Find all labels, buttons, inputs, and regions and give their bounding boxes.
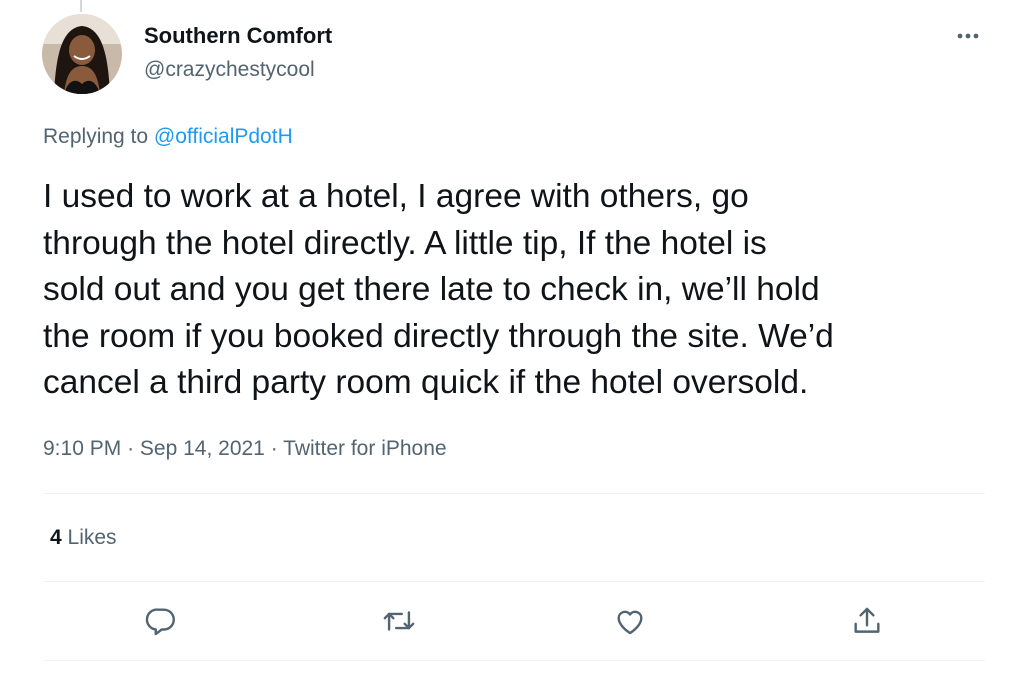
avatar[interactable] — [42, 14, 122, 94]
share-button[interactable] — [846, 600, 888, 642]
likes-count: 4 — [50, 526, 62, 549]
reply-mention-link[interactable]: @officialPdotH — [154, 125, 293, 148]
like-icon — [617, 610, 643, 635]
author-handle[interactable]: @crazychestycool — [144, 56, 332, 84]
tweet-text: I used to work at a hotel, I agree with … — [43, 178, 834, 401]
replying-to: Replying to @officialPdotH — [43, 122, 293, 152]
thread-connector-line — [80, 0, 82, 12]
retweet-icon — [383, 611, 415, 631]
tweet-time[interactable]: 9:10 PM — [43, 437, 121, 460]
like-button[interactable] — [609, 600, 651, 642]
author-info: Southern Comfort @crazychestycool — [144, 22, 332, 84]
likes-label: Likes — [67, 526, 117, 549]
author-display-name[interactable]: Southern Comfort — [144, 22, 332, 50]
tweet-source[interactable]: Twitter for iPhone — [283, 437, 446, 460]
meta-separator: · — [270, 437, 278, 460]
likes-stat[interactable]: 4 Likes — [50, 523, 117, 553]
meta-separator: · — [127, 437, 135, 460]
more-options-button[interactable] — [950, 22, 990, 50]
reply-button[interactable] — [140, 600, 182, 642]
retweet-button[interactable] — [378, 600, 420, 642]
avatar-image — [42, 14, 122, 94]
divider — [43, 493, 985, 494]
more-icon — [957, 33, 979, 39]
tweet-date[interactable]: Sep 14, 2021 — [140, 437, 265, 460]
tweet-meta: 9:10 PM · Sep 14, 2021 · Twitter for iPh… — [43, 434, 447, 464]
divider — [43, 660, 985, 661]
share-icon — [854, 607, 880, 633]
divider — [43, 581, 985, 582]
tweet-detail: Southern Comfort @crazychestycool Replyi… — [0, 0, 1024, 674]
replying-to-label: Replying to — [43, 125, 149, 148]
reply-icon — [145, 608, 175, 636]
